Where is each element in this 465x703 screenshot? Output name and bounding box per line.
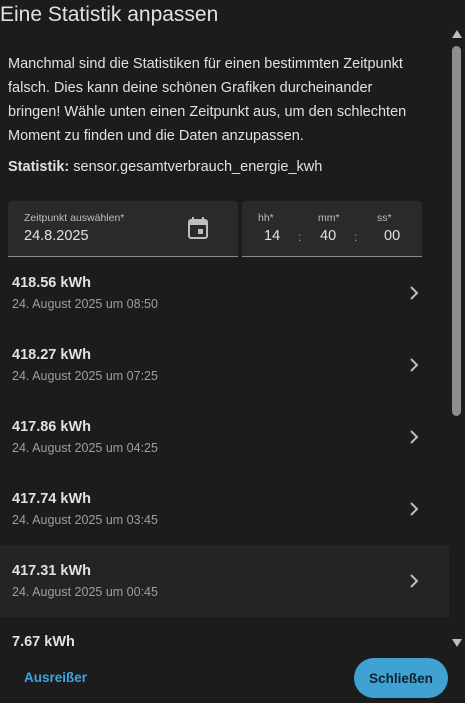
time-separator: : <box>298 230 302 244</box>
dialog-content[interactable]: Manchmal sind die Statistiken für einen … <box>0 40 449 652</box>
list-item[interactable]: 417.86 kWh 24. August 2025 um 04:25 <box>0 407 449 479</box>
entry-time: 24. August 2025 um 07:25 <box>12 369 158 383</box>
statistic-adjust-dialog: Eine Statistik anpassen Manchmal sind di… <box>0 0 465 703</box>
list-item[interactable]: 417.31 kWh 24. August 2025 um 00:45 <box>0 545 449 617</box>
hours-input[interactable]: 14 <box>264 228 280 244</box>
scrollbar[interactable] <box>450 30 463 647</box>
chevron-right-icon <box>410 286 419 300</box>
chevron-right-icon <box>410 430 419 444</box>
entry-time: 24. August 2025 um 03:45 <box>12 513 158 527</box>
entry-value: 418.27 kWh <box>12 347 91 363</box>
close-button[interactable]: Schließen <box>354 658 448 698</box>
chevron-right-icon <box>410 358 419 372</box>
hours-label: hh* <box>258 212 274 224</box>
dialog-description: Manchmal sind die Statistiken für einen … <box>8 56 407 144</box>
scroll-down-arrow-icon[interactable] <box>452 639 462 647</box>
scrollbar-thumb[interactable] <box>452 46 461 416</box>
entry-value: 417.31 kWh <box>12 563 91 579</box>
time-picker-field[interactable]: hh* mm* ss* 14 : 40 : 00 <box>242 201 422 257</box>
list-item[interactable]: 418.27 kWh 24. August 2025 um 07:25 <box>0 335 449 407</box>
minutes-label: mm* <box>318 212 340 224</box>
time-separator: : <box>354 230 358 244</box>
statistic-line: Statistik: sensor.gesamtverbrauch_energi… <box>8 159 322 175</box>
entry-value: 7.67 kWh <box>12 634 75 650</box>
date-picker-value[interactable]: 24.8.2025 <box>24 228 89 244</box>
minutes-input[interactable]: 40 <box>320 228 336 244</box>
dialog-title: Eine Statistik anpassen <box>0 3 219 26</box>
entry-time: 24. August 2025 um 04:25 <box>12 441 158 455</box>
date-picker-field[interactable]: Zeitpunkt auswählen* 24.8.2025 <box>8 201 238 257</box>
seconds-input[interactable]: 00 <box>384 228 400 244</box>
statistic-label: Statistik: <box>8 159 70 175</box>
entry-time: 24. August 2025 um 00:45 <box>12 585 158 599</box>
date-picker-label: Zeitpunkt auswählen* <box>24 212 125 224</box>
entry-value: 417.74 kWh <box>12 491 91 507</box>
dialog-footer: Ausreißer Schließen <box>0 652 465 703</box>
chevron-right-icon <box>410 574 419 588</box>
outliers-button[interactable]: Ausreißer <box>24 670 87 685</box>
statistic-id: sensor.gesamtverbrauch_energie_kwh <box>73 159 323 175</box>
list-item[interactable]: 418.56 kWh 24. August 2025 um 08:50 <box>0 263 449 335</box>
entry-value: 417.86 kWh <box>12 419 91 435</box>
chevron-right-icon <box>410 502 419 516</box>
seconds-label: ss* <box>377 212 392 224</box>
entry-time: 24. August 2025 um 08:50 <box>12 297 158 311</box>
list-item[interactable]: 417.74 kWh 24. August 2025 um 03:45 <box>0 479 449 551</box>
list-item[interactable]: 7.67 kWh <box>0 623 449 652</box>
entry-value: 418.56 kWh <box>12 275 91 291</box>
scroll-up-arrow-icon[interactable] <box>452 30 462 38</box>
calendar-icon[interactable] <box>188 217 208 239</box>
